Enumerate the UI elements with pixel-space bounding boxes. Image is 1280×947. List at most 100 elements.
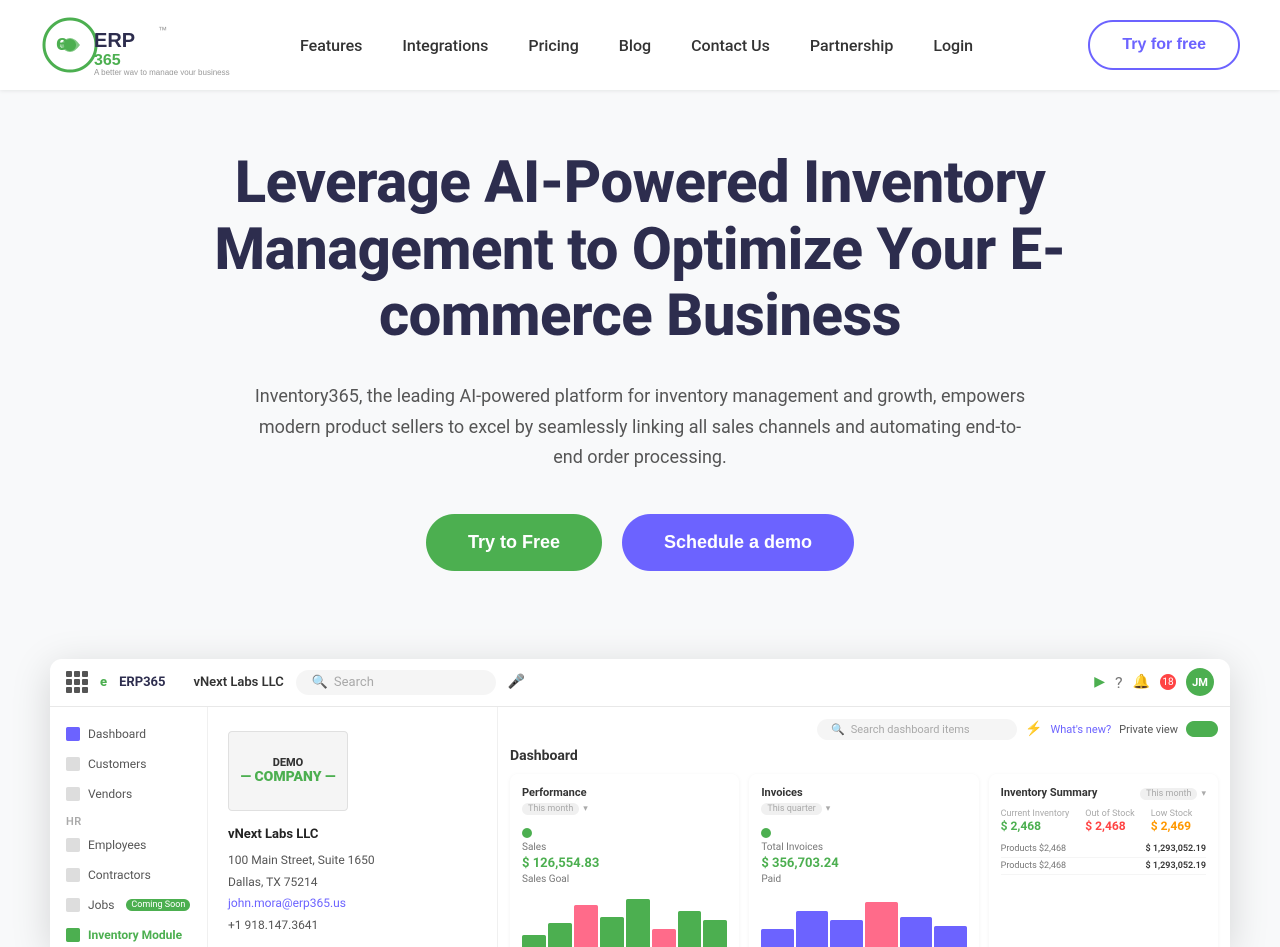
customers-icon: [66, 757, 80, 771]
bar-5: [626, 899, 650, 947]
nav-features[interactable]: Features: [280, 36, 382, 55]
nav-links: Features Integrations Pricing Blog Conta…: [280, 36, 1088, 55]
sidebar-hr-section: HR: [50, 809, 207, 830]
try-for-free-button[interactable]: Try for free: [1088, 20, 1240, 70]
vendors-icon: [66, 787, 80, 801]
inventory-value-2: $ 1,293,052.19: [1146, 861, 1206, 871]
sidebar-contractors[interactable]: Contractors: [50, 860, 207, 890]
dashboard-search[interactable]: 🔍 Search dashboard items: [817, 719, 1017, 740]
user-avatar: JM: [1186, 668, 1214, 696]
company-address: 100 Main Street, Suite 1650: [228, 850, 477, 872]
jobs-icon: [66, 898, 80, 912]
total-invoices-label: Total Invoices: [761, 842, 823, 853]
company-logo-box: DEMO — COMPANY —: [228, 731, 348, 811]
inventory-summary-title: Inventory Summary: [1001, 786, 1098, 799]
inv-bar-4: [865, 902, 898, 947]
whats-new-link[interactable]: What's new?: [1050, 723, 1111, 736]
bar-8: [703, 920, 727, 947]
demo-topbar-company: vNext Labs LLC: [193, 675, 283, 690]
sidebar-customers-label: Customers: [88, 757, 146, 771]
demo-sidebar: Dashboard Customers Vendors HR Employees: [50, 707, 208, 947]
schedule-demo-button[interactable]: Schedule a demo: [622, 514, 854, 571]
inv-bar-1: [761, 929, 794, 947]
sidebar-vendors[interactable]: Vendors: [50, 779, 207, 809]
invoices-chevron-icon: ▾: [826, 804, 831, 814]
hero-subtitle: Inventory365, the leading AI-powered pla…: [245, 382, 1035, 474]
nav-partnership[interactable]: Partnership: [790, 36, 913, 55]
paid-label: Paid: [761, 874, 781, 885]
inv-bar-3: [830, 920, 863, 947]
hero-title: Leverage AI-Powered Inventory Management…: [120, 150, 1160, 350]
performance-panel: Performance This month ▾ Sales $ 126,554…: [510, 774, 739, 947]
chevron-down-icon: ▾: [583, 804, 588, 814]
current-inventory-label: Current Inventory: [1001, 809, 1070, 819]
bell-icon: 🔔: [1133, 674, 1150, 690]
nav-pricing[interactable]: Pricing: [508, 36, 598, 55]
company-info: vNext Labs LLC 100 Main Street, Suite 16…: [228, 823, 477, 937]
out-of-stock-value: $ 2,468: [1085, 819, 1134, 833]
invoices-panel: Invoices This quarter ▾ Total Invoices $…: [749, 774, 978, 947]
sidebar-contractors-label: Contractors: [88, 868, 151, 882]
hero-section: Leverage AI-Powered Inventory Management…: [0, 90, 1280, 659]
demo-erp-logo: e: [100, 675, 107, 690]
sidebar-dashboard-label: Dashboard: [88, 727, 146, 741]
paid-row: Paid: [761, 874, 966, 885]
sidebar-employees[interactable]: Employees: [50, 830, 207, 860]
company-title: vNext Labs LLC: [228, 823, 477, 846]
dashboard-search-icon: 🔍: [831, 723, 845, 736]
company-phone: +1 918.147.3641: [228, 915, 477, 937]
bar-7: [678, 911, 702, 947]
microphone-icon: 🎤: [508, 674, 525, 690]
invoices-period: This quarter ▾: [761, 803, 966, 815]
try-to-free-button[interactable]: Try to Free: [426, 514, 602, 571]
inventory-product-1: Products $2,468: [1001, 844, 1066, 854]
invoices-dot: [761, 828, 771, 838]
nav-contact[interactable]: Contact Us: [671, 36, 790, 55]
company-logo-text: DEMO — COMPANY —: [240, 756, 335, 786]
svg-text:365: 365: [94, 52, 121, 69]
sidebar-jobs-label: Jobs: [88, 898, 114, 912]
sales-goal-row: Sales Goal: [522, 874, 727, 885]
inventory-panel-header: Inventory Summary This month ▾: [1001, 786, 1206, 803]
invoices-chart: [761, 893, 966, 947]
play-icon: ▶: [1094, 674, 1105, 690]
sales-label: Sales: [522, 842, 546, 853]
demo-search-bar[interactable]: 🔍 Search: [296, 670, 496, 695]
inv-bar-2: [796, 911, 829, 947]
nav-blog[interactable]: Blog: [599, 36, 671, 55]
private-view-toggle[interactable]: [1186, 721, 1218, 737]
performance-title: Performance: [522, 786, 727, 799]
lightning-icon: ⚡: [1025, 721, 1042, 737]
invoices-period-badge: This quarter: [761, 803, 821, 815]
sidebar-dashboard[interactable]: Dashboard: [50, 719, 207, 749]
sidebar-vendors-label: Vendors: [88, 787, 132, 801]
performance-period-badge: This month: [522, 803, 579, 815]
help-icon: ?: [1115, 673, 1123, 692]
demo-topbar: e ERP365 vNext Labs LLC 🔍 Search 🎤 ▶ ? 🔔…: [50, 659, 1230, 707]
search-icon: 🔍: [312, 675, 328, 690]
nav-login[interactable]: Login: [913, 36, 993, 55]
demo-area: e ERP365 vNext Labs LLC 🔍 Search 🎤 ▶ ? 🔔…: [50, 659, 1230, 947]
nav-integrations[interactable]: Integrations: [382, 36, 508, 55]
sidebar-customers[interactable]: Customers: [50, 749, 207, 779]
sidebar-jobs[interactable]: Jobs Coming Soon: [50, 890, 207, 920]
grid-icon: [66, 671, 88, 693]
bar-2: [548, 923, 572, 947]
sales-goal-label: Sales Goal: [522, 874, 569, 885]
dashboard-panels: Performance This month ▾ Sales $ 126,554…: [510, 774, 1218, 947]
search-placeholder: Search: [334, 675, 374, 690]
dashboard-icon: [66, 727, 80, 741]
performance-dot: [522, 828, 532, 838]
dashboard-search-placeholder: Search dashboard items: [851, 723, 970, 736]
out-of-stock-col: Out of Stock $ 2,468: [1085, 809, 1134, 833]
bar-1: [522, 935, 546, 947]
inv-bar-6: [934, 926, 967, 947]
contractors-icon: [66, 868, 80, 882]
employees-icon: [66, 838, 80, 852]
demo-company-panel: DEMO — COMPANY — vNext Labs LLC 100 Main…: [208, 707, 498, 947]
inventory-summary-panel: Inventory Summary This month ▾ Current I…: [989, 774, 1218, 947]
inventory-product-2: Products $2,468: [1001, 861, 1066, 871]
sidebar-inventory-module[interactable]: Inventory Module: [50, 920, 207, 947]
demo-dashboard: 🔍 Search dashboard items ⚡ What's new? P…: [498, 707, 1230, 947]
current-inventory-col: Current Inventory $ 2,468: [1001, 809, 1070, 833]
